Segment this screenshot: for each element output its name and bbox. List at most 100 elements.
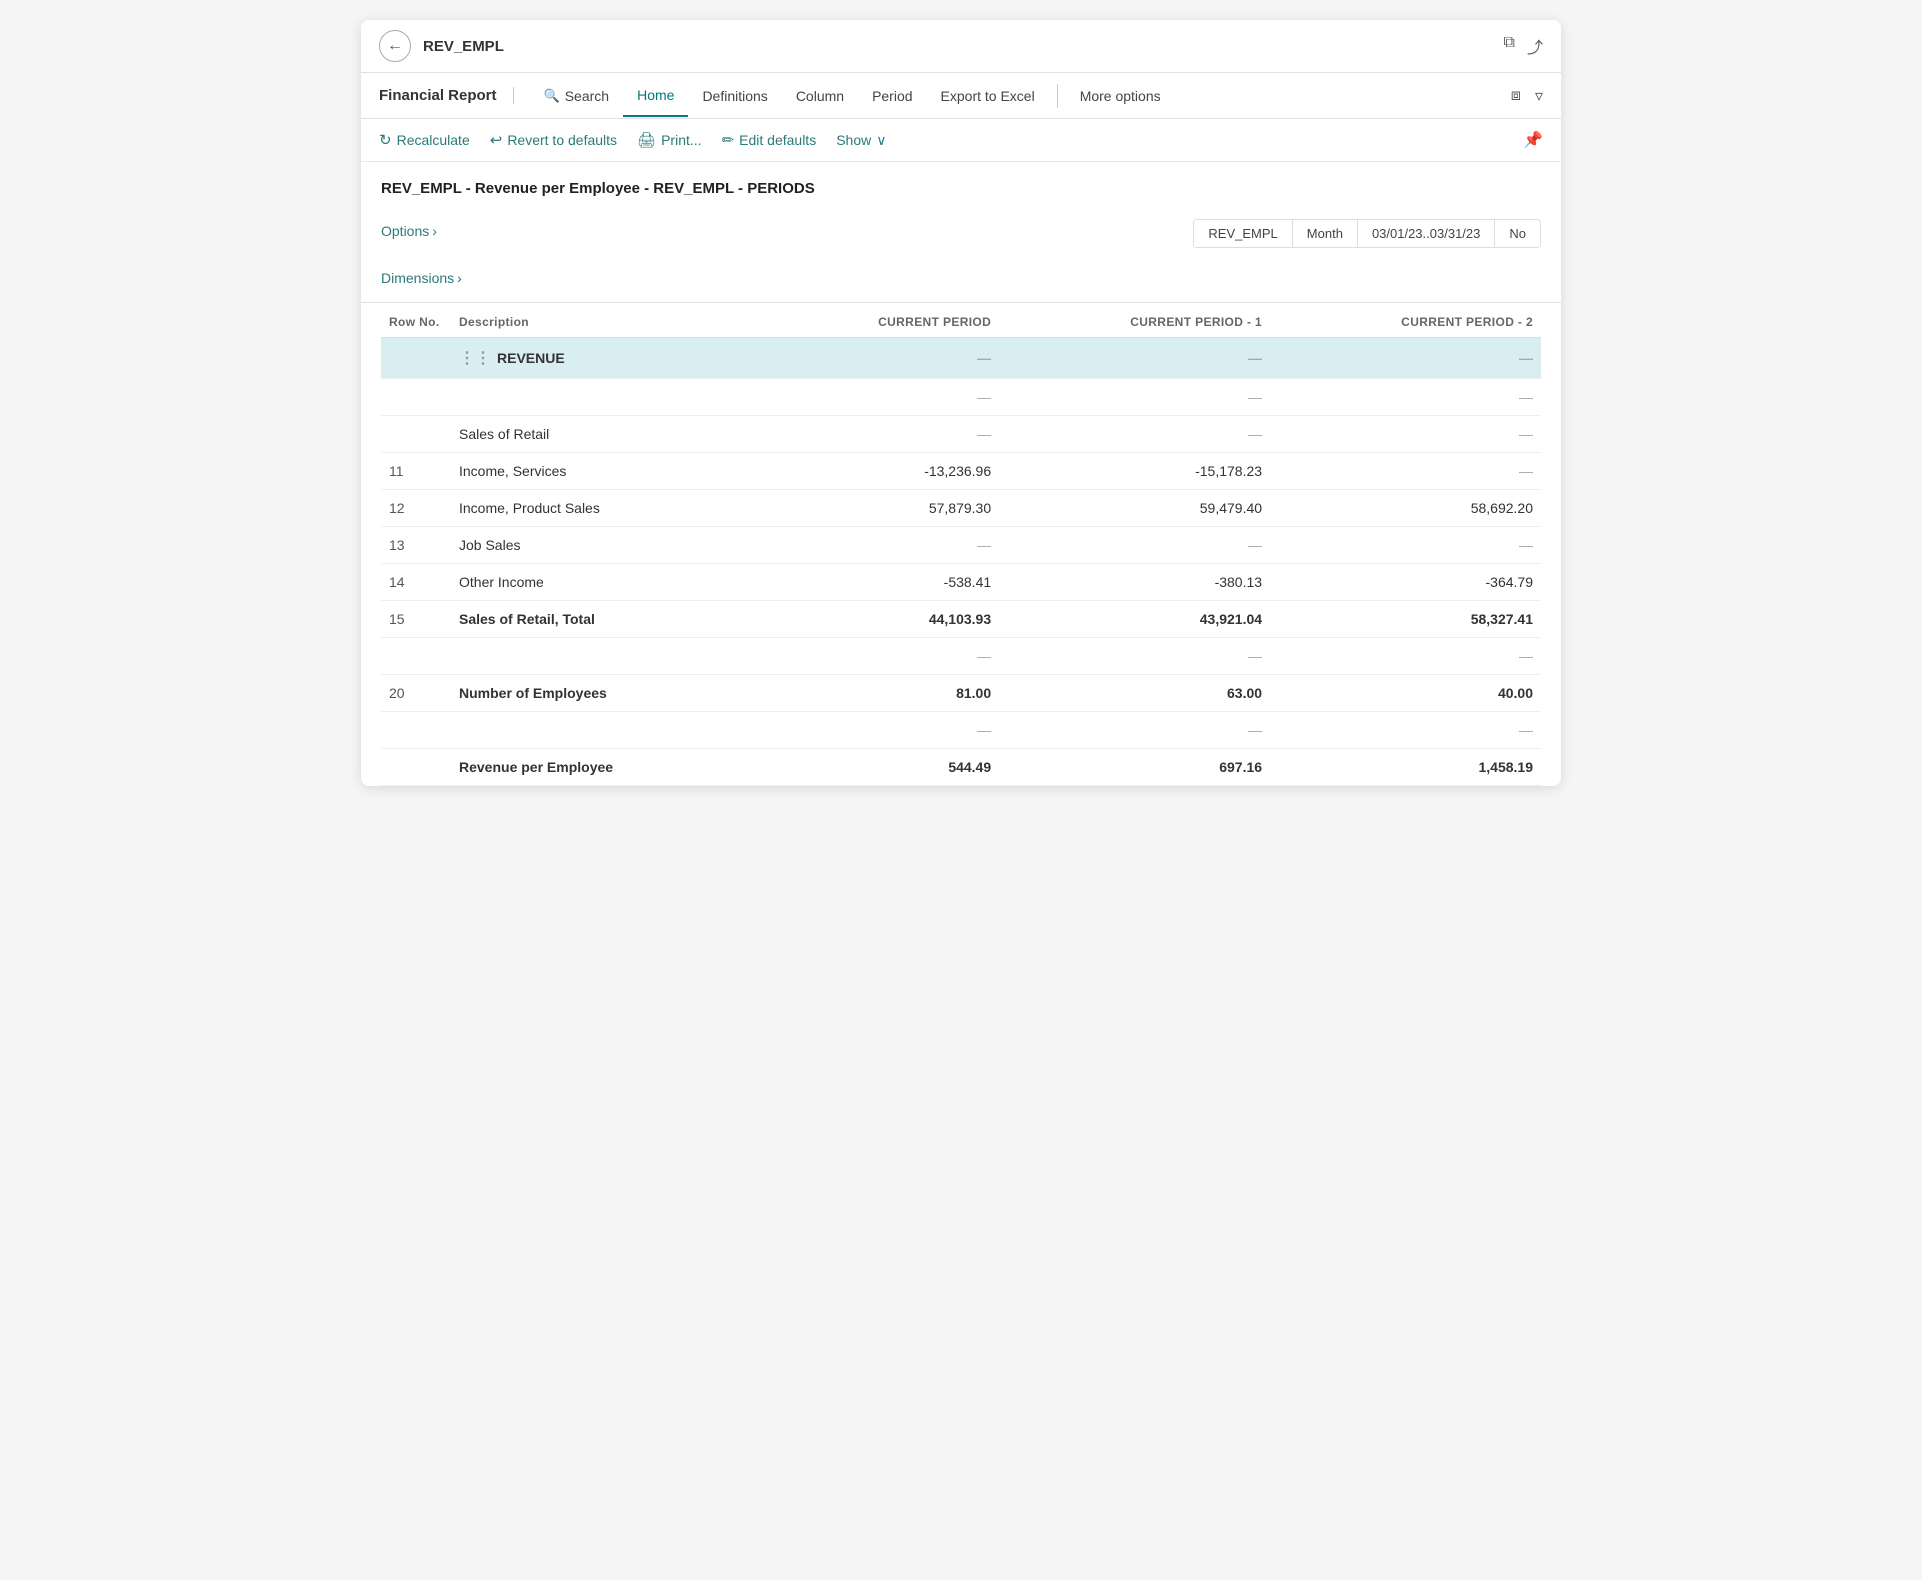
- recalculate-icon: ↻: [379, 131, 392, 149]
- search-nav-icon: 🔍: [544, 88, 560, 104]
- edit-icon: ✏: [722, 131, 735, 149]
- cell-row-no: 13: [381, 527, 451, 564]
- cell-current-period: 57,879.30: [763, 490, 999, 527]
- dimensions-label[interactable]: Dimensions ›: [381, 270, 1541, 286]
- cell-current-period: —: [763, 638, 999, 675]
- cell-current-period-2: -364.79: [1270, 564, 1541, 601]
- cell-current-period: —: [763, 379, 999, 416]
- cell-description: Revenue per Employee: [451, 749, 763, 786]
- cell-current-period: 81.00: [763, 675, 999, 712]
- cell-current-period: 544.49: [763, 749, 999, 786]
- fullscreen-icon[interactable]: ⤴: [1527, 34, 1543, 58]
- cell-description: Sales of Retail, Total: [451, 601, 763, 638]
- cell-current-period: —: [763, 416, 999, 453]
- cell-current-period: —: [763, 338, 999, 379]
- table-row[interactable]: ———: [381, 712, 1541, 749]
- cell-row-no: [381, 749, 451, 786]
- cell-row-no: [381, 712, 451, 749]
- cell-description: [451, 638, 763, 675]
- window-title: REV_EMPL: [423, 38, 1504, 55]
- filter-icon[interactable]: ▿: [1535, 86, 1543, 106]
- show-button[interactable]: Show ∨: [836, 128, 886, 153]
- table-row[interactable]: 20Number of Employees81.0063.0040.00: [381, 675, 1541, 712]
- cell-current-period-2: —: [1270, 638, 1541, 675]
- cell-current-period-1: —: [999, 379, 1270, 416]
- table-row[interactable]: Sales of Retail———: [381, 416, 1541, 453]
- cell-description: Sales of Retail: [451, 416, 763, 453]
- table-row[interactable]: 15Sales of Retail, Total44,103.9343,921.…: [381, 601, 1541, 638]
- back-icon: ←: [387, 37, 403, 55]
- print-icon: 🖨: [637, 131, 656, 149]
- cell-description: Income, Services: [451, 453, 763, 490]
- cell-current-period-1: —: [999, 416, 1270, 453]
- back-button[interactable]: ←: [379, 30, 411, 62]
- cell-description: Job Sales: [451, 527, 763, 564]
- pin-icon[interactable]: 📌: [1523, 130, 1543, 150]
- chip-date-range[interactable]: 03/01/23..03/31/23: [1358, 220, 1495, 247]
- cell-current-period-1: 59,479.40: [999, 490, 1270, 527]
- chip-rev-empl[interactable]: REV_EMPL: [1194, 220, 1292, 247]
- cell-row-no: [381, 638, 451, 675]
- nav-home[interactable]: Home: [623, 75, 688, 117]
- options-label[interactable]: Options ›: [381, 223, 437, 239]
- cell-current-period-1: —: [999, 338, 1270, 379]
- cell-description: Other Income: [451, 564, 763, 601]
- cell-description: ⋮⋮REVENUE: [451, 338, 763, 379]
- chip-no[interactable]: No: [1495, 220, 1540, 247]
- table-row[interactable]: 11Income, Services-13,236.96-15,178.23—: [381, 453, 1541, 490]
- cell-row-no: 12: [381, 490, 451, 527]
- nav-export[interactable]: Export to Excel: [927, 76, 1049, 116]
- nav-search[interactable]: 🔍 Search: [530, 76, 624, 116]
- share-icon[interactable]: ⧈: [1511, 87, 1521, 105]
- cell-current-period: -13,236.96: [763, 453, 999, 490]
- cell-current-period-1: —: [999, 638, 1270, 675]
- cell-current-period-2: —: [1270, 379, 1541, 416]
- cell-row-no: 15: [381, 601, 451, 638]
- cell-current-period: —: [763, 527, 999, 564]
- show-chevron-icon: ∨: [876, 132, 886, 149]
- cell-current-period: 44,103.93: [763, 601, 999, 638]
- cell-current-period: —: [763, 712, 999, 749]
- recalculate-button[interactable]: ↻ Recalculate: [379, 127, 470, 153]
- page-title: REV_EMPL - Revenue per Employee - REV_EM…: [361, 162, 1561, 207]
- nav-divider: [1057, 84, 1058, 108]
- col-current-period: CURRENT PERIOD: [763, 303, 999, 338]
- cell-current-period-1: -15,178.23: [999, 453, 1270, 490]
- table-row[interactable]: ⋮⋮REVENUE———: [381, 338, 1541, 379]
- expand-icon[interactable]: ⧉: [1504, 34, 1515, 58]
- cell-current-period-2: —: [1270, 338, 1541, 379]
- cell-current-period-2: —: [1270, 453, 1541, 490]
- table-row[interactable]: 12Income, Product Sales57,879.3059,479.4…: [381, 490, 1541, 527]
- cell-current-period-2: —: [1270, 527, 1541, 564]
- cell-current-period-1: 697.16: [999, 749, 1270, 786]
- table-row[interactable]: 14Other Income-538.41-380.13-364.79: [381, 564, 1541, 601]
- print-button[interactable]: 🖨 Print...: [637, 127, 702, 153]
- cell-row-no: 11: [381, 453, 451, 490]
- cell-current-period-1: 63.00: [999, 675, 1270, 712]
- table-row[interactable]: 13Job Sales———: [381, 527, 1541, 564]
- cell-current-period-2: —: [1270, 712, 1541, 749]
- cell-row-no: 14: [381, 564, 451, 601]
- nav-more[interactable]: More options: [1066, 76, 1175, 116]
- cell-description: [451, 712, 763, 749]
- cell-current-period-1: —: [999, 712, 1270, 749]
- col-description: Description: [451, 303, 763, 338]
- revert-button[interactable]: ↩ Revert to defaults: [490, 127, 617, 153]
- cell-current-period-2: 1,458.19: [1270, 749, 1541, 786]
- nav-column[interactable]: Column: [782, 76, 858, 116]
- cell-current-period-2: —: [1270, 416, 1541, 453]
- table-row[interactable]: ———: [381, 379, 1541, 416]
- cell-row-no: [381, 379, 451, 416]
- col-row-no: Row No.: [381, 303, 451, 338]
- nav-definitions[interactable]: Definitions: [688, 76, 781, 116]
- chip-month[interactable]: Month: [1293, 220, 1358, 247]
- edit-defaults-button[interactable]: ✏ Edit defaults: [722, 127, 817, 153]
- table-row[interactable]: ———: [381, 638, 1541, 675]
- options-chevron-icon: ›: [432, 223, 437, 239]
- table-row[interactable]: Revenue per Employee544.49697.161,458.19: [381, 749, 1541, 786]
- nav-period[interactable]: Period: [858, 76, 926, 116]
- options-chips: REV_EMPL Month 03/01/23..03/31/23 No: [1193, 219, 1541, 248]
- drag-handle-icon[interactable]: ⋮⋮: [459, 350, 491, 367]
- cell-current-period-1: 43,921.04: [999, 601, 1270, 638]
- cell-current-period-2: 40.00: [1270, 675, 1541, 712]
